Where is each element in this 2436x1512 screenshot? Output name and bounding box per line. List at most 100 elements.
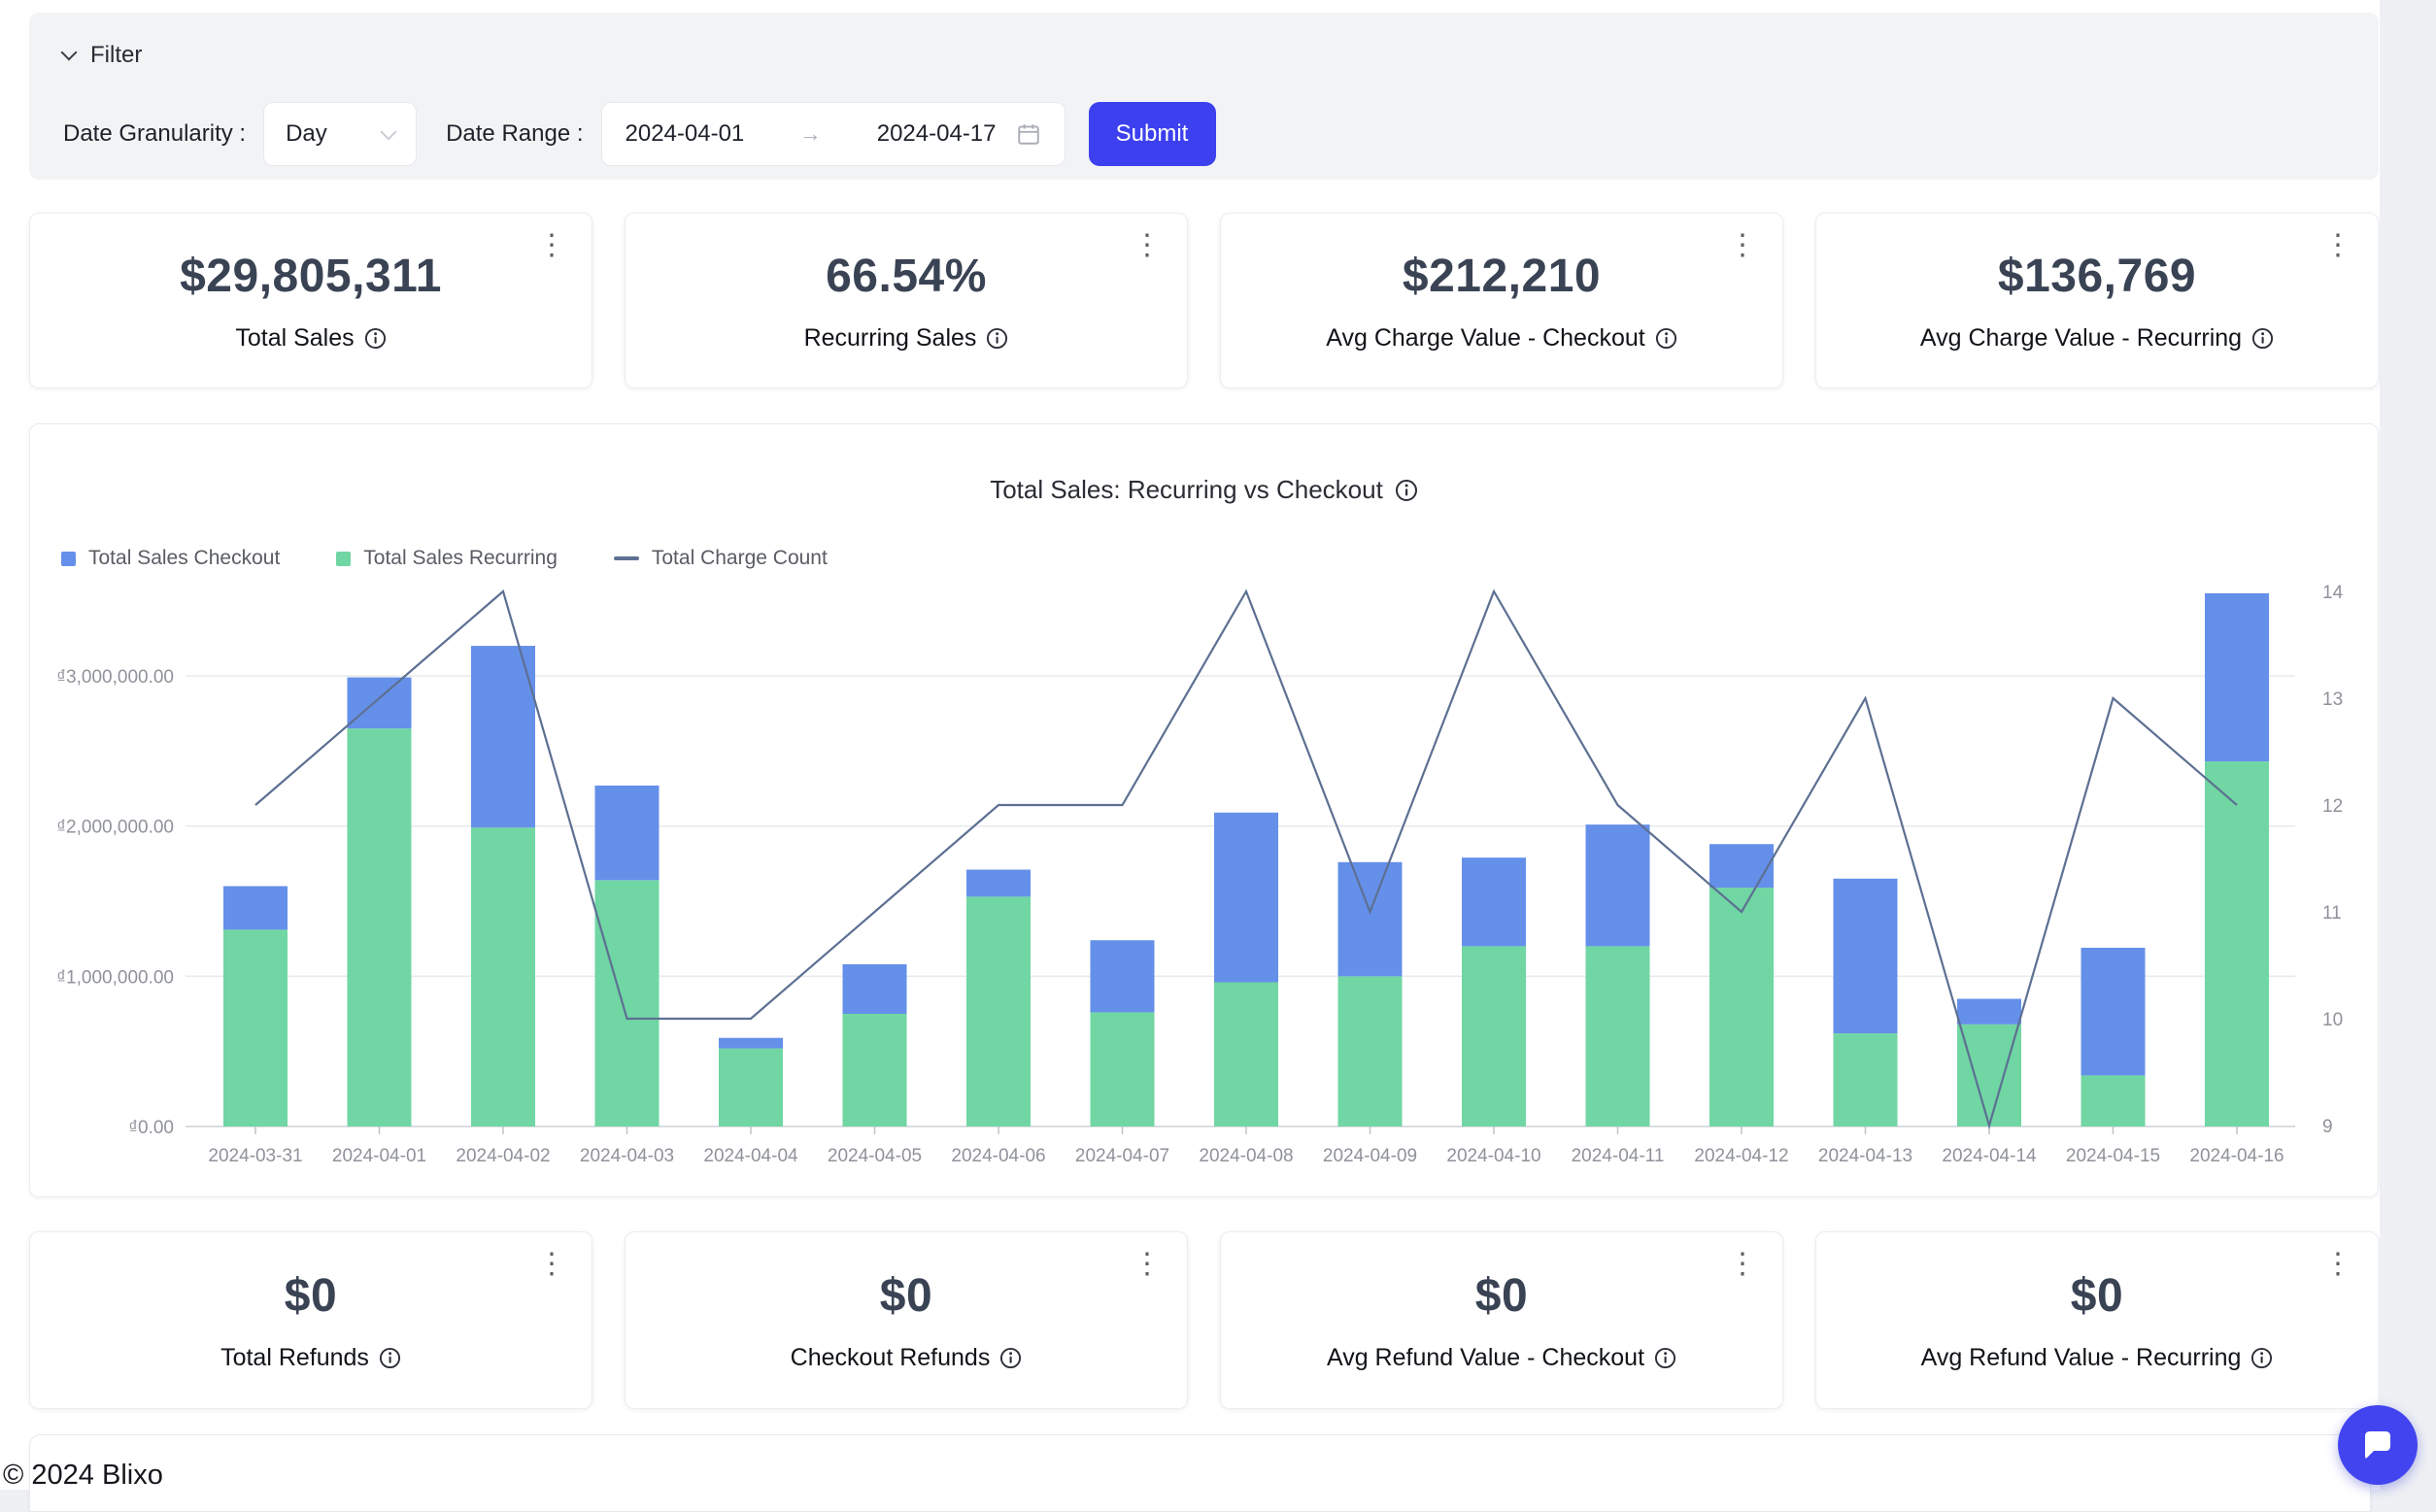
chevron-down-icon	[61, 45, 78, 61]
right-axis-tick-label: 10	[2322, 1010, 2343, 1030]
kebab-menu-icon[interactable]: ⋮	[527, 1244, 576, 1285]
bar-recurring-2024-04-07	[1091, 1012, 1155, 1126]
info-icon[interactable]	[1655, 327, 1677, 350]
dashboard-page: Filter Date Granularity : Day Date Range…	[0, 0, 2380, 1490]
info-icon[interactable]	[999, 1347, 1022, 1369]
bar-recurring-2024-03-31	[223, 929, 288, 1126]
range-arrow-icon: →	[763, 121, 857, 147]
granularity-select[interactable]: Day	[263, 102, 417, 166]
x-axis-label: 2024-04-01	[332, 1146, 426, 1166]
kpi-label: Avg Refund Value - Checkout	[1327, 1344, 1644, 1372]
bar-checkout-2024-04-06	[966, 870, 1031, 897]
bar-checkout-2024-04-11	[1586, 824, 1650, 946]
kpi-label: Total Sales	[235, 324, 354, 353]
x-axis-label: 2024-04-15	[2066, 1146, 2160, 1166]
x-axis-label: 2024-04-03	[580, 1146, 674, 1166]
bar-checkout-2024-04-16	[2205, 593, 2269, 761]
info-icon[interactable]	[2250, 1347, 2273, 1369]
chat-bubble-icon	[2357, 1425, 2398, 1465]
kpi-card-checkout-refunds: ⋮ $0 Checkout Refunds	[625, 1231, 1188, 1409]
bar-recurring-2024-04-04	[719, 1049, 783, 1126]
next-panel-partial	[29, 1434, 2371, 1512]
bar-checkout-2024-04-14	[1957, 999, 2021, 1025]
kpi-card-avg-charge-recurring: ⋮ $136,769 Avg Charge Value - Recurring	[1815, 213, 2379, 388]
info-icon[interactable]	[1654, 1347, 1676, 1369]
granularity-value: Day	[286, 120, 327, 148]
kebab-menu-icon[interactable]: ⋮	[2314, 1244, 2362, 1285]
kebab-menu-icon[interactable]: ⋮	[527, 225, 576, 266]
right-axis-tick-label: 13	[2322, 689, 2343, 710]
left-axis-tick-label: ₫1,000,000.00	[56, 967, 174, 988]
x-axis-label: 2024-04-14	[1942, 1146, 2037, 1166]
bar-checkout-2024-04-12	[1709, 844, 1774, 888]
kebab-menu-icon[interactable]: ⋮	[2314, 225, 2362, 266]
kpi-card-avg-refund-recurring: ⋮ $0 Avg Refund Value - Recurring	[1815, 1231, 2379, 1409]
x-axis-label: 2024-04-02	[456, 1146, 550, 1166]
kebab-menu-icon[interactable]: ⋮	[1123, 1244, 1171, 1285]
kpi-value: 66.54%	[826, 250, 987, 303]
granularity-label: Date Granularity :	[63, 120, 246, 148]
date-range-input[interactable]: 2024-04-01 → 2024-04-17	[601, 102, 1066, 166]
chevron-down-icon	[381, 124, 397, 141]
x-axis-label: 2024-03-31	[208, 1146, 302, 1166]
bar-recurring-2024-04-01	[348, 728, 412, 1126]
bar-recurring-2024-04-15	[2081, 1075, 2146, 1126]
info-icon[interactable]	[986, 327, 1008, 350]
x-axis-label: 2024-04-06	[951, 1146, 1045, 1166]
kpi-label: Checkout Refunds	[791, 1344, 991, 1372]
kpi-value: $136,769	[1998, 250, 2196, 303]
kpi-card-avg-refund-checkout: ⋮ $0 Avg Refund Value - Checkout	[1220, 1231, 1783, 1409]
bar-checkout-2024-04-10	[1462, 857, 1526, 946]
left-axis-tick-label: ₫2,000,000.00	[56, 818, 174, 838]
chat-launcher-button[interactable]	[2338, 1405, 2418, 1485]
kpi-label: Avg Charge Value - Checkout	[1326, 324, 1644, 353]
bar-checkout-2024-04-15	[2081, 948, 2146, 1075]
right-axis-tick-label: 14	[2322, 583, 2344, 603]
bar-recurring-2024-04-16	[2205, 761, 2269, 1126]
kpi-card-total-sales: ⋮ $29,805,311 Total Sales	[29, 213, 592, 388]
kebab-menu-icon[interactable]: ⋮	[1123, 225, 1171, 266]
kpi-card-avg-charge-checkout: ⋮ $212,210 Avg Charge Value - Checkout	[1220, 213, 1783, 388]
kpi-row-bottom: ⋮ $0 Total Refunds ⋮ $0 Checkout Refunds…	[29, 1231, 2379, 1409]
x-axis-label: 2024-04-04	[703, 1146, 798, 1166]
info-icon[interactable]	[379, 1347, 401, 1369]
calendar-icon	[1016, 121, 1041, 147]
kpi-row-top: ⋮ $29,805,311 Total Sales ⋮ 66.54% Recur…	[29, 213, 2379, 388]
filter-collapse-toggle[interactable]: Filter	[63, 42, 142, 69]
x-axis-label: 2024-04-11	[1572, 1146, 1665, 1166]
bar-recurring-2024-04-09	[1338, 976, 1403, 1126]
date-range-end[interactable]: 2024-04-17	[877, 120, 997, 148]
kpi-value: $0	[880, 1269, 932, 1323]
bar-checkout-2024-04-09	[1338, 862, 1403, 977]
bar-recurring-2024-04-12	[1709, 888, 1774, 1126]
kebab-menu-icon[interactable]: ⋮	[1718, 1244, 1767, 1285]
info-icon[interactable]	[2251, 327, 2274, 350]
kpi-value: $212,210	[1403, 250, 1601, 303]
left-axis-tick-label: ₫0.00	[128, 1118, 174, 1138]
kpi-label: Avg Charge Value - Recurring	[1920, 324, 2242, 353]
x-axis-label: 2024-04-08	[1199, 1146, 1293, 1166]
bar-checkout-2024-03-31	[223, 887, 288, 930]
bar-checkout-2024-04-02	[471, 646, 535, 827]
info-icon[interactable]	[364, 327, 387, 350]
x-axis-label: 2024-04-16	[2189, 1146, 2284, 1166]
right-axis-tick-label: 12	[2322, 796, 2343, 817]
right-axis-tick-label: 9	[2322, 1117, 2333, 1137]
date-range-label: Date Range :	[446, 120, 583, 148]
bar-recurring-2024-04-05	[843, 1014, 907, 1126]
bar-checkout-2024-04-05	[843, 964, 907, 1014]
kpi-label: Total Refunds	[220, 1344, 369, 1372]
copyright-footer: © 2024 Blixo	[3, 1460, 163, 1492]
kpi-card-recurring-sales: ⋮ 66.54% Recurring Sales	[625, 213, 1188, 388]
submit-button[interactable]: Submit	[1089, 102, 1216, 166]
bar-checkout-2024-04-07	[1091, 940, 1155, 1012]
x-axis-label: 2024-04-05	[828, 1146, 922, 1166]
bar-recurring-2024-04-03	[595, 880, 660, 1126]
kebab-menu-icon[interactable]: ⋮	[1718, 225, 1767, 266]
bar-recurring-2024-04-08	[1214, 983, 1278, 1126]
date-range-start[interactable]: 2024-04-01	[626, 120, 745, 148]
bar-checkout-2024-04-01	[348, 678, 412, 729]
filter-panel: Filter Date Granularity : Day Date Range…	[29, 13, 2379, 180]
x-axis-label: 2024-04-07	[1075, 1146, 1169, 1166]
dual-axis-chart-plot[interactable]: ₫0.00₫1,000,000.00₫2,000,000.00₫3,000,00…	[30, 424, 2378, 1194]
